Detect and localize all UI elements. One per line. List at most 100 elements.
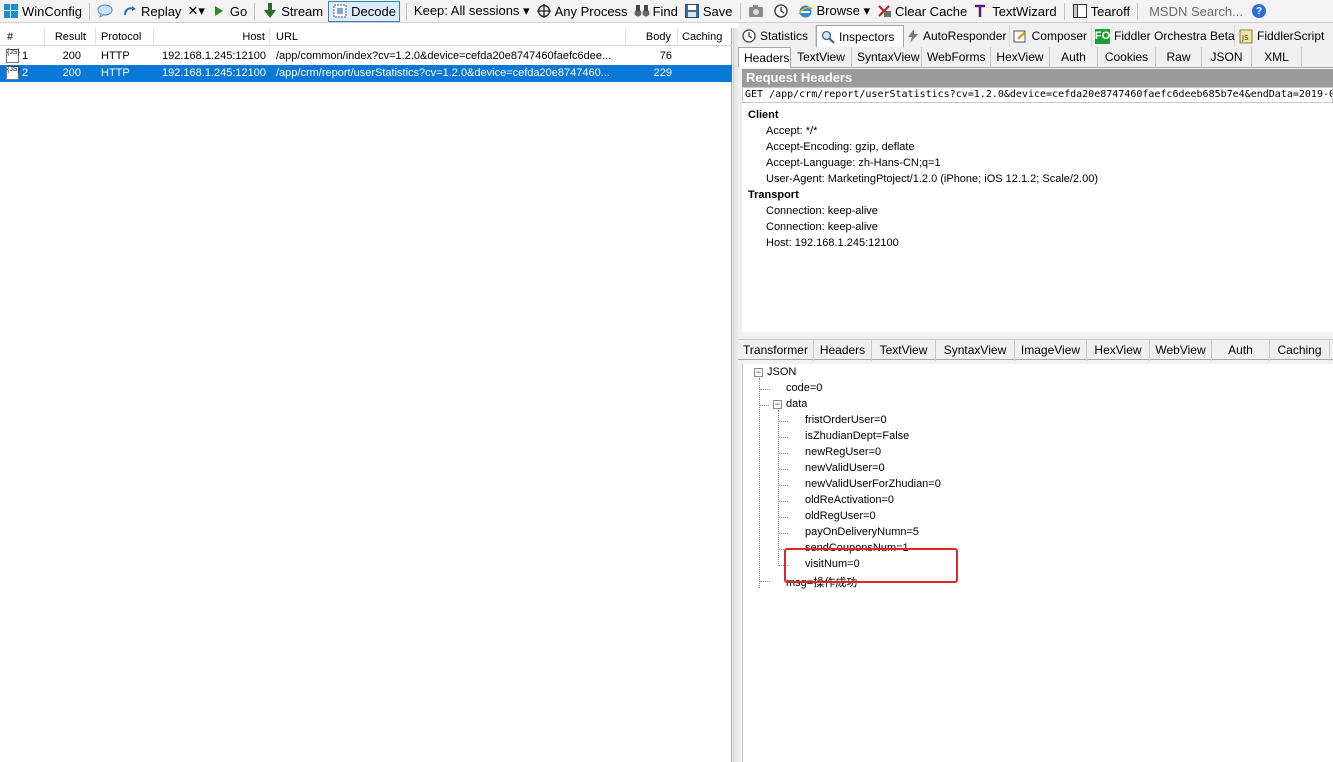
- response-tab-hexview[interactable]: HexView: [1087, 340, 1150, 361]
- replay-label: Replay: [140, 3, 182, 19]
- json-root-node[interactable]: JSON: [767, 366, 796, 378]
- request-tab-cookies[interactable]: Cookies: [1098, 47, 1156, 68]
- find-label: Find: [652, 3, 678, 19]
- response-tab-headers[interactable]: Headers: [814, 340, 872, 361]
- browse-button[interactable]: Browse ▾: [795, 1, 874, 22]
- decode-button[interactable]: Decode: [328, 0, 400, 22]
- column-url[interactable]: URL: [270, 28, 626, 46]
- response-tab-webview[interactable]: WebView: [1150, 340, 1212, 361]
- tab-fiddler-orchestra[interactable]: FO Fiddler Orchestra Beta: [1092, 25, 1235, 47]
- response-tab-syntaxview[interactable]: SyntaxView: [936, 340, 1015, 361]
- request-tab-json[interactable]: JSON: [1202, 47, 1252, 68]
- replay-icon: [122, 3, 138, 19]
- json-node-field[interactable]: payOnDeliveryNumn=5: [805, 526, 919, 538]
- tab-fiddler-orchestra-label: Fiddler Orchestra Beta: [1114, 29, 1235, 43]
- go-button[interactable]: Go: [208, 1, 250, 22]
- tab-fiddlerscript[interactable]: JS FiddlerScript: [1235, 25, 1333, 47]
- toolbar: WinConfig Replay ✕▾ Go Stream Decode Kee…: [0, 0, 1333, 23]
- tab-statistics[interactable]: Statistics: [738, 25, 816, 47]
- find-button[interactable]: Find: [631, 1, 681, 22]
- clear-cache-label: Clear Cache: [895, 3, 968, 19]
- json-node-field[interactable]: fristOrderUser=0: [805, 414, 887, 426]
- response-tab-transformer[interactable]: Transformer: [738, 340, 814, 361]
- request-tab-raw[interactable]: Raw: [1156, 47, 1202, 68]
- tree-connector: [760, 405, 769, 406]
- response-tab-auth[interactable]: Auth: [1212, 340, 1270, 361]
- textwizard-label: TextWizard: [992, 3, 1057, 19]
- tree-connector: [760, 389, 770, 390]
- column-caching[interactable]: Caching: [678, 28, 732, 46]
- tearoff-button[interactable]: Tearoff: [1069, 1, 1134, 22]
- svg-text:JS: JS: [1241, 34, 1249, 42]
- remove-button[interactable]: ✕▾: [184, 1, 207, 22]
- tree-connector: [779, 517, 788, 518]
- tab-composer[interactable]: Composer: [1010, 25, 1092, 47]
- screenshot-button[interactable]: [745, 1, 770, 22]
- camera-icon: [748, 3, 764, 19]
- collapse-data-toggle[interactable]: −: [773, 400, 782, 409]
- tab-inspectors[interactable]: Inspectors: [816, 25, 904, 47]
- response-tab-textview[interactable]: TextView: [872, 340, 936, 361]
- header-line: Accept: */*: [766, 125, 818, 137]
- keep-sessions-dropdown[interactable]: Keep: All sessions ▾: [411, 1, 533, 22]
- msdn-search-input[interactable]: MSDN Search...: [1146, 1, 1246, 22]
- session-cell-result: 200: [62, 67, 81, 79]
- inspectors-icon: [820, 29, 835, 44]
- inspector-pane: Statistics Inspectors AutoResponder Comp…: [738, 23, 1333, 762]
- replay-button[interactable]: Replay: [119, 1, 184, 22]
- stream-button[interactable]: Stream: [259, 1, 326, 22]
- json-node-field[interactable]: newValidUserForZhudian=0: [805, 478, 941, 490]
- session-row[interactable]: {JS} 1 200 HTTP 192.168.1.245:12100/app/comm…: [0, 48, 732, 65]
- stream-icon: [262, 3, 278, 19]
- request-tab-hexview[interactable]: HexView: [991, 47, 1050, 68]
- json-node-field[interactable]: newValidUser=0: [805, 462, 885, 474]
- js-file-icon: {JS}: [6, 49, 20, 63]
- json-node-field[interactable]: oldRegUser=0: [805, 510, 876, 522]
- msdn-search-placeholder: MSDN Search...: [1149, 3, 1243, 19]
- binoculars-icon: [634, 3, 650, 19]
- request-tab-xml[interactable]: XML: [1252, 47, 1302, 68]
- timer-button[interactable]: [770, 1, 795, 22]
- request-tab-textview[interactable]: TextView: [791, 47, 852, 68]
- response-tab-caching[interactable]: Caching: [1270, 340, 1330, 361]
- any-process-button[interactable]: Any Process: [533, 1, 631, 22]
- help-icon[interactable]: ?: [1252, 4, 1266, 18]
- collapse-json-toggle[interactable]: −: [754, 368, 763, 377]
- response-tab-imageview[interactable]: ImageView: [1015, 340, 1087, 361]
- column-host[interactable]: Host: [154, 28, 270, 46]
- session-row[interactable]: {JS} 2 200 HTTP 192.168.1.245:12100/app/crm/…: [0, 65, 732, 82]
- decode-icon: [332, 3, 348, 19]
- tearoff-label: Tearoff: [1090, 3, 1131, 19]
- request-tab-syntaxview[interactable]: SyntaxView: [852, 47, 922, 68]
- lightning-icon: [907, 29, 919, 44]
- stream-label: Stream: [281, 3, 324, 19]
- fiddler-orchestra-icon: FO: [1094, 28, 1111, 44]
- column-protocol[interactable]: Protocol: [96, 28, 154, 46]
- tree-connector: [779, 469, 788, 470]
- clear-cache-button[interactable]: Clear Cache: [873, 1, 970, 22]
- statistics-icon: [741, 29, 756, 44]
- header-line: User-Agent: MarketingPtoject/1.2.0 (iPho…: [766, 173, 1099, 185]
- save-button[interactable]: Save: [681, 1, 736, 22]
- request-headers-title: Request Headers: [742, 69, 1333, 87]
- toolbar-divider: [1137, 2, 1139, 20]
- script-icon: JS: [1238, 29, 1253, 44]
- request-tab-auth[interactable]: Auth: [1050, 47, 1098, 68]
- tab-autoresponder-label: AutoResponder: [923, 29, 1007, 43]
- json-node-field[interactable]: oldReActivation=0: [805, 494, 894, 506]
- json-node-code[interactable]: code=0: [786, 382, 822, 394]
- comment-button[interactable]: [94, 1, 119, 22]
- column-num[interactable]: #: [0, 28, 45, 46]
- request-tab-headers[interactable]: Headers: [738, 47, 791, 68]
- textwizard-button[interactable]: TextWizard: [970, 1, 1059, 22]
- json-node-field[interactable]: isZhudianDept=False: [805, 430, 909, 442]
- json-node-field[interactable]: newRegUser=0: [805, 446, 881, 458]
- column-result[interactable]: Result: [45, 28, 96, 46]
- tree-connector: [760, 581, 770, 582]
- json-node-data[interactable]: data: [786, 398, 807, 410]
- winconfig-button[interactable]: WinConfig: [0, 1, 85, 22]
- tab-inspectors-label: Inspectors: [839, 29, 895, 44]
- tab-autoresponder[interactable]: AutoResponder: [904, 25, 1010, 47]
- request-tab-webforms[interactable]: WebForms: [922, 47, 991, 68]
- column-body[interactable]: Body: [626, 28, 678, 46]
